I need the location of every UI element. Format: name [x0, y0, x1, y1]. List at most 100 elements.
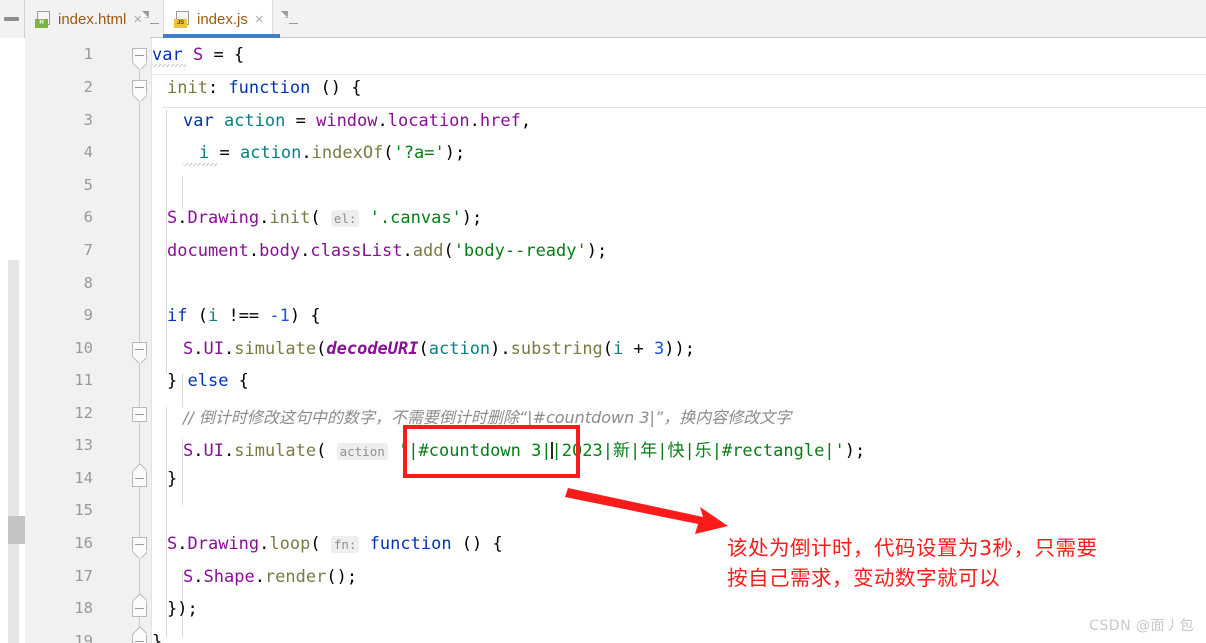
line-number: 6	[83, 208, 93, 226]
token-punct: }	[167, 371, 188, 391]
token-string: |#rectangle|'	[711, 441, 845, 461]
code-line-3[interactable]: var action = window.location.href,	[183, 111, 531, 131]
code-line-2[interactable]: init: function () {	[167, 78, 362, 98]
watermark: CSDN @面丿包	[1089, 618, 1194, 634]
line-number: 10	[74, 339, 93, 357]
token-dot: .	[259, 534, 270, 554]
tab-index-js[interactable]: JS index.js ×	[163, 0, 298, 38]
code-line-19[interactable]: }	[152, 632, 162, 643]
token-punct: (	[310, 208, 331, 228]
token-operator: +	[623, 339, 655, 359]
html-badge-label: H	[35, 18, 48, 28]
fold-marker-line-19[interactable]	[132, 635, 147, 643]
code-line-9[interactable]: if (i !== -1) {	[167, 306, 321, 326]
token-string: 'body--ready'	[453, 241, 587, 261]
token-keyword: else	[187, 371, 229, 391]
fold-marker-line-11[interactable]	[132, 407, 147, 422]
token-object: S	[167, 208, 178, 228]
token-dot: .	[223, 339, 235, 359]
close-icon[interactable]: ×	[255, 12, 264, 27]
token-punct: (	[602, 339, 614, 359]
token-punct: (	[316, 339, 327, 359]
token-object: S	[183, 441, 194, 461]
token-string: |	[684, 441, 695, 461]
token-punct: (	[187, 306, 208, 326]
token-operator: !==	[218, 306, 270, 326]
code-line-16[interactable]: S.Drawing.loop( fn: function () {	[167, 534, 503, 554]
code-line-4[interactable]: i = action.indexOf('?a=');	[199, 143, 465, 163]
token-string: |	[657, 441, 668, 461]
token-keyword: var	[152, 45, 183, 65]
tab-label-index-js: index.js	[197, 10, 248, 28]
line-number: 9	[83, 306, 93, 324]
token-operator: =	[219, 143, 240, 163]
token-punct: ();	[326, 567, 358, 587]
token-identifier: action	[428, 339, 491, 359]
token-string-cjk: 年	[640, 441, 658, 461]
js-file-icon: JS	[174, 10, 298, 28]
line-number: 16	[74, 534, 93, 552]
token-function: add	[412, 241, 444, 261]
line-number: 5	[83, 176, 93, 194]
token-dot: .	[402, 241, 413, 261]
line-number: 2	[83, 78, 93, 96]
code-line-6[interactable]: S.Drawing.init( el: '.canvas');	[167, 208, 482, 228]
fold-marker-line-16[interactable]	[132, 537, 147, 552]
code-line-14[interactable]: }	[167, 469, 177, 489]
token-punct: );	[444, 143, 466, 163]
token-function: indexOf	[311, 143, 384, 163]
collapse-dash-icon[interactable]	[4, 17, 19, 21]
line-number: 15	[74, 501, 93, 519]
token-punct: {	[228, 371, 249, 391]
token-dot: .	[469, 111, 480, 131]
token-dot: .	[301, 143, 312, 163]
html-file-icon: H	[35, 10, 159, 28]
line-number: 3	[83, 111, 93, 129]
token-string: '.canvas'	[369, 208, 462, 228]
annotation-note: 该处为倒计时，代码设置为3秒，只需要 按自己需求，变动数字就可以	[727, 533, 1197, 593]
token-function: loop	[269, 534, 311, 554]
token-object: S	[183, 567, 194, 587]
line-number: 13	[74, 436, 93, 454]
code-line-7[interactable]: document.body.classList.add('body--ready…	[167, 241, 607, 261]
code-line-10[interactable]: S.UI.simulate(decodeURI(action).substrin…	[183, 339, 695, 359]
line-number: 14	[74, 469, 93, 487]
fold-marker-line-14[interactable]	[132, 472, 147, 487]
token-punct: () {	[451, 534, 503, 554]
token-punct: () {	[310, 78, 362, 98]
token-global: document	[167, 241, 249, 261]
code-line-1[interactable]: var S = {	[152, 45, 244, 65]
fold-marker-line-18[interactable]	[132, 602, 147, 617]
token-dot: .	[177, 208, 188, 228]
token-property: href	[479, 111, 521, 131]
vertical-scrollbar[interactable]	[8, 260, 27, 643]
token-object: S	[183, 339, 194, 359]
close-icon[interactable]: ×	[133, 12, 142, 27]
code-line-11[interactable]: } else {	[167, 371, 249, 391]
fold-marker-line-9[interactable]	[132, 342, 147, 357]
token-punct: );	[844, 441, 866, 461]
editor-left-rail	[0, 38, 27, 643]
token-punct: (	[310, 534, 331, 554]
token-punct: );	[461, 208, 483, 228]
param-hint-badge: fn:	[330, 536, 360, 553]
code-line-17[interactable]: S.Shape.render();	[183, 567, 357, 587]
fold-marker-line-1[interactable]	[132, 48, 147, 63]
token-global-function: decodeURI	[326, 339, 419, 359]
code-line-18[interactable]: });	[167, 599, 198, 619]
token-number: -1	[269, 306, 290, 326]
token-identifier: action	[213, 111, 296, 131]
token-function: render	[264, 567, 327, 587]
token-string-cjk: 新	[612, 441, 630, 461]
token-operator: = {	[213, 45, 245, 65]
tab-index-html[interactable]: H index.html ×	[25, 0, 159, 38]
fold-marker-line-2[interactable]	[132, 80, 147, 95]
token-punct: ,	[520, 111, 532, 131]
line-number: 11	[74, 371, 93, 389]
annotation-note-line-1: 该处为倒计时，代码设置为3秒，只需要	[727, 536, 1098, 560]
token-identifier: action	[239, 143, 302, 163]
red-arrow	[565, 488, 728, 534]
token-property: Drawing	[187, 208, 260, 228]
token-punct: :	[207, 78, 229, 98]
